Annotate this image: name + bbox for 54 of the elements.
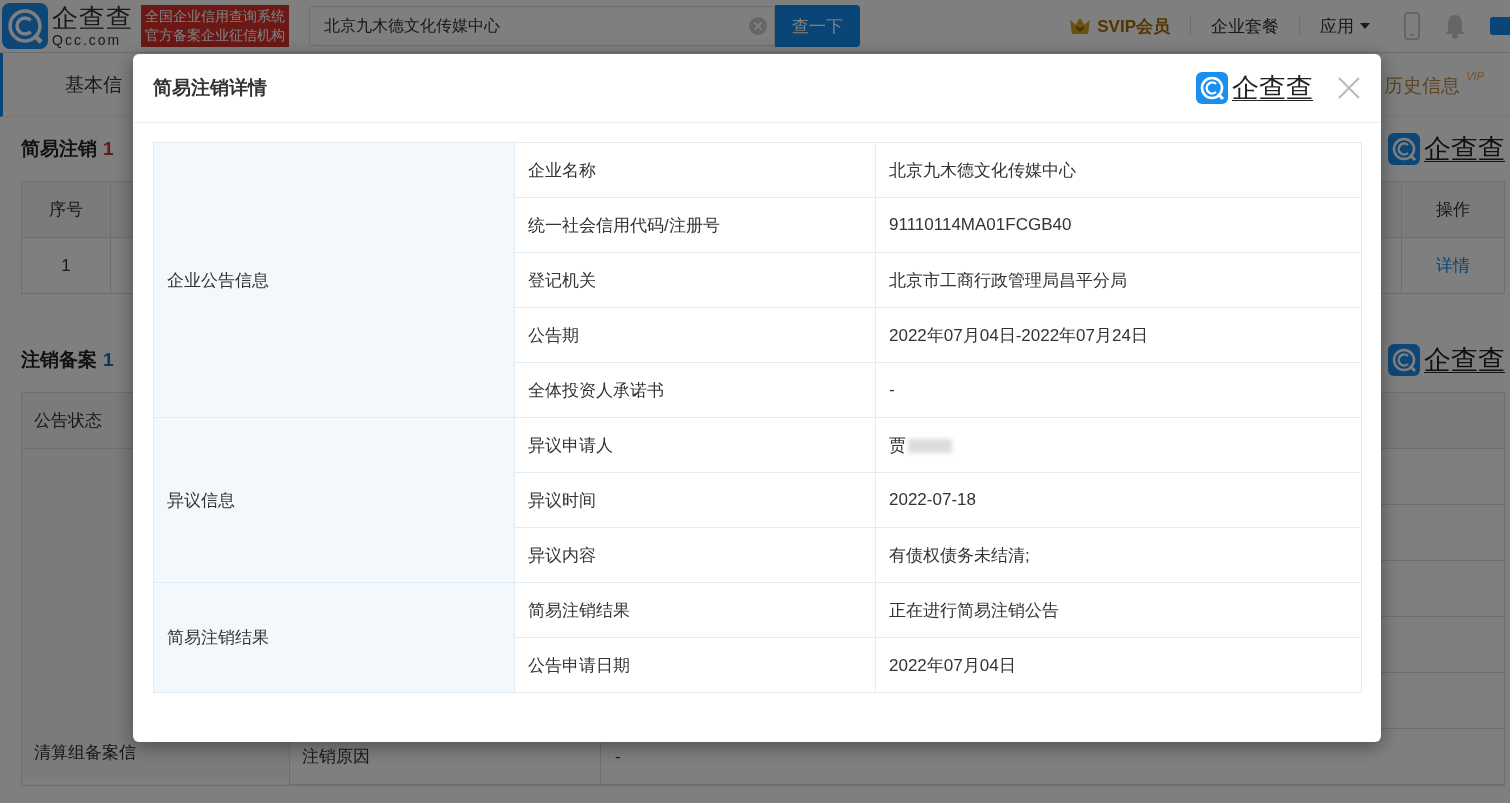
table-cell-text: 公告状态 <box>34 410 102 432</box>
table-cell: 公告期 <box>528 325 579 345</box>
table-cell: 企业名称 <box>528 160 596 180</box>
logo: 企查查 <box>1388 131 1505 167</box>
dialog-title: 简易注销详情 <box>153 76 268 100</box>
table-cell: 统一社会信用代码/注册号 <box>528 215 720 235</box>
nav-link[interactable]: 企业套餐 <box>1191 14 1299 38</box>
site-logo[interactable]: 企查查 Qcc.com <box>2 3 133 49</box>
table-cell: 北京九木德文化传媒中心 <box>889 160 1076 180</box>
table-cell: 异议内容 <box>528 545 596 565</box>
menu-dropdown[interactable]: 应用 <box>1300 14 1390 38</box>
caret-icon <box>1360 23 1370 29</box>
table-cell: 贾 <box>889 435 906 455</box>
logo: 企查查 <box>1196 70 1313 106</box>
section-title: 注销备案 1 <box>21 348 114 372</box>
logo-icon <box>1196 72 1228 104</box>
table-cell: 异议信息 <box>167 490 235 510</box>
table-cell: 简易注销结果 <box>528 600 630 620</box>
table-cell: 异议时间 <box>528 490 596 510</box>
table-cell: 91110114MA01FCGB40 <box>889 215 1072 234</box>
table-cell: 全体投资人承诺书 <box>528 380 664 400</box>
header-button[interactable] <box>1490 17 1510 35</box>
table-cell: 2022年07月04日 <box>889 655 1016 675</box>
vip-link[interactable]: SVIP会员 <box>1069 14 1170 38</box>
table-cell: 2022年07月04日-2022年07月24日 <box>889 325 1148 345</box>
table-cell: 有债权债务未结清; <box>889 545 1030 565</box>
table-cell: 公告申请日期 <box>528 655 630 675</box>
table-cell: - <box>889 380 895 399</box>
clear-icon[interactable] <box>748 16 768 36</box>
table-cell: 正在进行简易注销公告 <box>889 600 1059 620</box>
bell-icon[interactable] <box>1444 13 1466 39</box>
close-icon[interactable] <box>1337 76 1361 100</box>
table-cell: 北京市工商行政管理局昌平分局 <box>889 270 1127 290</box>
details-link[interactable]: 详情 <box>1436 254 1470 277</box>
table-cell: 简易注销结果 <box>167 628 269 647</box>
tab[interactable]: 基本信 <box>65 71 122 98</box>
slogan-badge: 全国企业信用查询系统 官方备案企业征信机构 <box>141 5 289 47</box>
column-header: 序号 <box>48 199 84 221</box>
table-cell: 2022-07-18 <box>889 490 976 509</box>
table-cell: 企业公告信息 <box>167 270 269 290</box>
table-cell: 异议申请人 <box>528 435 613 455</box>
table-cell: 登记机关 <box>528 270 596 290</box>
logo-icon <box>1388 133 1420 165</box>
section-title: 简易注销 1 <box>21 137 114 161</box>
search-button[interactable]: 查一下 <box>775 5 860 47</box>
tab[interactable]: 历史信息 $^{VIP}$ <box>1384 70 1484 99</box>
crown-icon <box>1069 17 1092 35</box>
table-cell-text: 1 <box>60 255 72 276</box>
column-header: 操作 <box>1401 182 1504 237</box>
phone-icon[interactable] <box>1404 12 1420 40</box>
logo: 企查查 <box>1388 342 1505 378</box>
table-cell-text: 注销原因 <box>301 746 371 768</box>
logo-icon <box>1388 344 1420 376</box>
search-field[interactable]: 北京九木德文化传媒中心 <box>309 6 775 46</box>
